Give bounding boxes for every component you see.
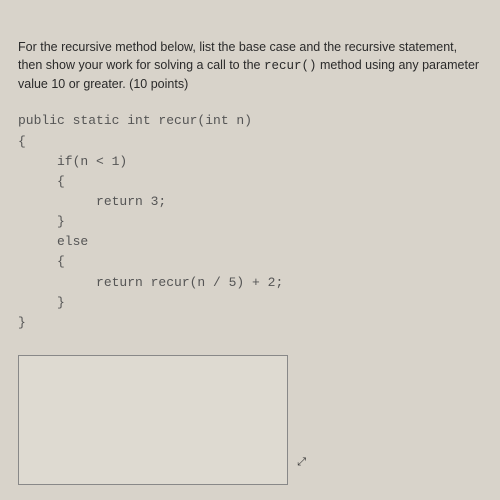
inline-code-recur: recur(): [264, 59, 317, 73]
answer-textarea[interactable]: [18, 355, 288, 485]
code-block: public static int recur(int n) { if(n < …: [18, 111, 482, 333]
answer-area: ⤢: [18, 355, 288, 490]
question-prompt: For the recursive method below, list the…: [18, 38, 482, 93]
resize-handle-icon[interactable]: ⤢: [297, 459, 306, 466]
